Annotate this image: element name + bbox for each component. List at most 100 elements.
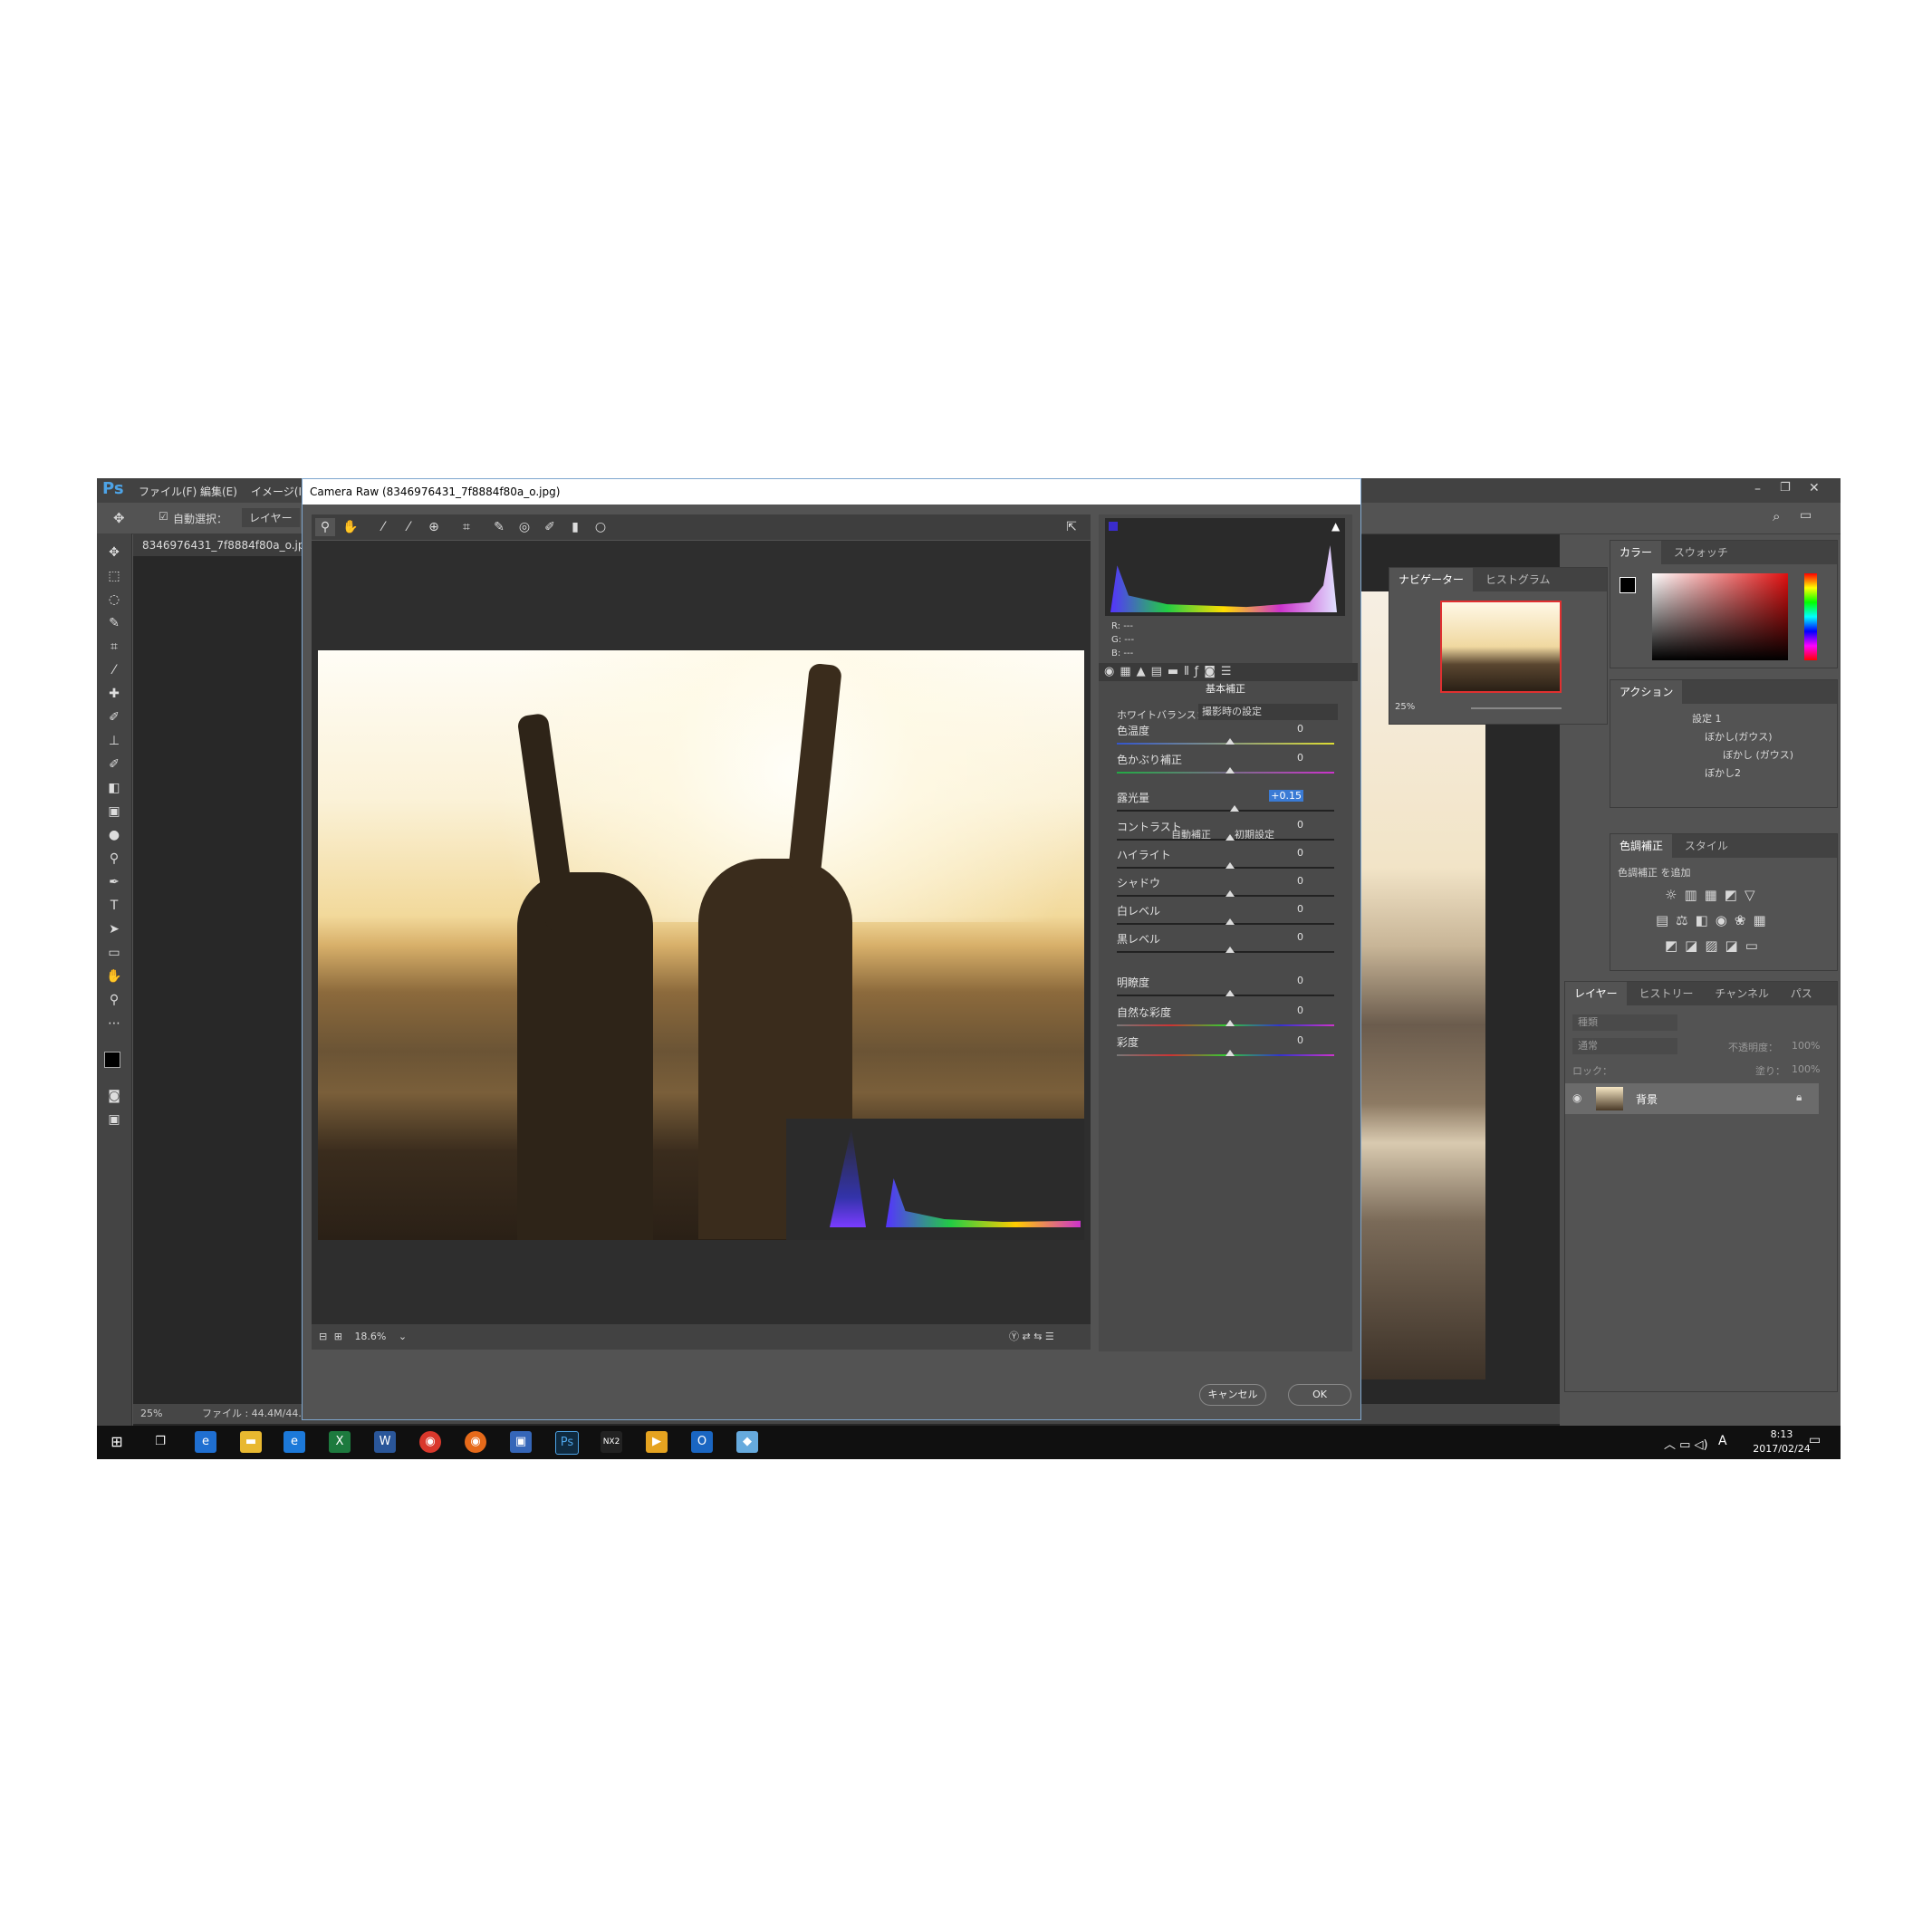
workspace-icon[interactable]: ▭: [1800, 508, 1812, 523]
edge-icon[interactable]: e: [195, 1431, 216, 1453]
app-icon[interactable]: ◆: [736, 1431, 758, 1453]
slider-knob[interactable]: [1226, 990, 1235, 996]
blur-icon[interactable]: ●: [102, 825, 126, 845]
slider-row[interactable]: 白レベル 0: [1117, 903, 1334, 925]
slider-track[interactable]: [1117, 890, 1334, 897]
slider-value[interactable]: 0: [1297, 723, 1303, 735]
search-icon[interactable]: ⌕: [1773, 508, 1780, 524]
slider-row[interactable]: コントラスト 0: [1117, 819, 1334, 841]
rectangle-icon[interactable]: ▭: [102, 943, 126, 963]
file-explorer-icon[interactable]: ▬: [240, 1431, 262, 1453]
navigator-zoom-slider[interactable]: [1471, 707, 1562, 709]
zoom-tool-icon[interactable]: ⚲: [315, 518, 335, 536]
zoom-dropdown-icon[interactable]: ⌄: [399, 1331, 407, 1342]
graduated-filter-icon[interactable]: ▮: [565, 518, 585, 536]
zoom-level[interactable]: 18.6%: [354, 1331, 386, 1342]
media-player-icon[interactable]: ▶: [646, 1431, 668, 1453]
tab-adjustments[interactable]: 色調補正: [1610, 834, 1673, 858]
slider-value[interactable]: 0: [1297, 1034, 1303, 1046]
eyedropper-icon[interactable]: ⁄: [102, 660, 126, 680]
fullscreen-icon[interactable]: ⇱: [1062, 518, 1081, 536]
start-icon[interactable]: ⊞: [106, 1431, 128, 1453]
tab-history[interactable]: ヒストリー: [1629, 982, 1702, 1005]
opacity-value[interactable]: 100%: [1792, 1040, 1820, 1052]
more-tools-icon[interactable]: ⋯: [102, 1014, 126, 1033]
highlight-clipping-icon[interactable]: ▲: [1331, 520, 1340, 533]
crop-tool-icon[interactable]: ⌗: [457, 518, 476, 536]
brush-icon[interactable]: ✐: [102, 707, 126, 727]
slider-row[interactable]: 露光量 +0.15: [1117, 790, 1334, 812]
fg-swatch[interactable]: [1620, 577, 1636, 593]
menu-image[interactable]: イメージ(I): [251, 484, 306, 499]
adjustment-icons-row3[interactable]: ◩◪▨◪▭: [1665, 937, 1765, 954]
shadow-clipping-icon[interactable]: [1109, 522, 1118, 531]
notification-icon[interactable]: ▭: [1809, 1433, 1821, 1447]
slider-knob[interactable]: [1226, 834, 1235, 841]
adjust-brush-icon[interactable]: ✐: [540, 518, 560, 536]
word-icon[interactable]: W: [374, 1431, 396, 1453]
chrome-icon[interactable]: ◉: [419, 1431, 441, 1453]
move-tool-icon[interactable]: ✥: [113, 510, 125, 526]
white-balance-dropdown[interactable]: 撮影時の設定: [1198, 704, 1338, 720]
task-view-icon[interactable]: ❐: [149, 1431, 171, 1453]
history-brush-icon[interactable]: ✐: [102, 755, 126, 774]
tab-paths[interactable]: パス: [1782, 982, 1821, 1005]
slider-value[interactable]: 0: [1297, 1004, 1303, 1016]
slider-row[interactable]: 明瞭度 0: [1117, 975, 1334, 996]
internet-explorer-icon[interactable]: e: [284, 1431, 305, 1453]
zoom-icon[interactable]: ⚲: [102, 990, 126, 1010]
slider-knob[interactable]: [1226, 947, 1235, 953]
slider-value[interactable]: +0.15: [1269, 790, 1303, 802]
remote-desktop-icon[interactable]: ▣: [510, 1431, 532, 1453]
crop-icon[interactable]: ⌗: [102, 637, 126, 657]
slider-row[interactable]: 黒レベル 0: [1117, 931, 1334, 953]
slider-track[interactable]: [1117, 1020, 1334, 1026]
slider-value[interactable]: 0: [1297, 847, 1303, 859]
photoshop-taskbar-icon[interactable]: Ps: [555, 1431, 579, 1455]
slider-knob[interactable]: [1226, 738, 1235, 745]
slider-knob[interactable]: [1229, 805, 1239, 812]
hand-tool-icon[interactable]: ✋: [341, 518, 360, 536]
move-icon[interactable]: ✥: [102, 543, 126, 562]
slider-track[interactable]: [1117, 805, 1334, 812]
healing-icon[interactable]: ✚: [102, 684, 126, 704]
menu-file[interactable]: ファイル(F): [139, 484, 197, 499]
minimize-icon[interactable]: –: [1754, 482, 1761, 496]
slider-value[interactable]: 0: [1297, 931, 1303, 943]
ok-button[interactable]: OK: [1288, 1384, 1351, 1406]
slider-row[interactable]: シャドウ 0: [1117, 875, 1334, 897]
tab-actions[interactable]: アクション: [1610, 680, 1683, 704]
firefox-icon[interactable]: ◉: [465, 1431, 486, 1453]
slider-row[interactable]: 自然な彩度 0: [1117, 1004, 1334, 1026]
targeted-adjust-icon[interactable]: ⊕: [424, 518, 444, 536]
fill-value[interactable]: 100%: [1792, 1063, 1820, 1075]
tab-histogram[interactable]: ヒストグラム: [1476, 568, 1560, 591]
tray-icons[interactable]: ︿ ▭ ◁): [1664, 1435, 1708, 1452]
panel-tabs[interactable]: ◉▦▲▤▬⫴ƒ◙☰: [1099, 663, 1358, 681]
cancel-button[interactable]: キャンセル: [1199, 1384, 1266, 1406]
restore-icon[interactable]: ❐: [1780, 481, 1791, 495]
slider-value[interactable]: 0: [1297, 819, 1303, 831]
slider-track[interactable]: [1117, 834, 1334, 841]
marquee-icon[interactable]: ⬚: [102, 566, 126, 586]
color-sampler-icon[interactable]: ⁄: [399, 518, 418, 536]
slider-track[interactable]: [1117, 947, 1334, 953]
clock-date[interactable]: 2017/02/24: [1745, 1443, 1818, 1455]
stamp-icon[interactable]: ⊥: [102, 731, 126, 751]
ime-indicator[interactable]: A: [1718, 1434, 1727, 1448]
slider-track[interactable]: [1117, 767, 1334, 774]
radial-filter-icon[interactable]: ○: [591, 518, 610, 536]
quick-select-icon[interactable]: ✎: [102, 613, 126, 633]
path-select-icon[interactable]: ➤: [102, 919, 126, 939]
layer-name[interactable]: 背景: [1636, 1091, 1658, 1107]
visibility-eye-icon[interactable]: ◉: [1572, 1091, 1581, 1104]
clock-time[interactable]: 8:13: [1754, 1428, 1809, 1440]
action-step[interactable]: ぼかし (ガウス): [1723, 747, 1793, 762]
white-balance-tool-icon[interactable]: ⁄: [373, 518, 393, 536]
type-icon[interactable]: T: [102, 896, 126, 916]
layer-row[interactable]: ◉ 背景 🔒︎: [1565, 1083, 1819, 1114]
hue-slider[interactable]: [1804, 573, 1817, 660]
zoom-out-icon[interactable]: ⊟: [319, 1331, 327, 1342]
navigator-thumbnail[interactable]: [1440, 601, 1562, 693]
slider-knob[interactable]: [1226, 1050, 1235, 1056]
